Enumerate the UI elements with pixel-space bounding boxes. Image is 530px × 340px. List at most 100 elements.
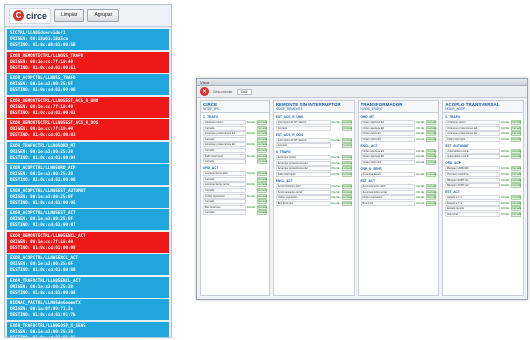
signal-label: Orden reposicion xyxy=(203,193,246,199)
signal-value: FALSE xyxy=(246,205,255,209)
signal-group: ORD_ACT Accionamiento abrir FALSE Cerrado Ce… xyxy=(203,166,268,216)
signal-label: Orden apertura E1 xyxy=(360,120,416,125)
signal-label: Cerrado xyxy=(203,159,246,165)
alarm-line3: DESTINO: 01:0c:cd:01:00:03 xyxy=(10,132,76,137)
signal-group: C_TRAFO Arranque sector FALSE Cerrado Cerrad… xyxy=(203,115,268,165)
signal-row: Fallo interruptor FALSE Cerrado xyxy=(445,136,521,142)
signal-value: FALSE xyxy=(246,183,255,187)
signal-state: Cerrado xyxy=(426,120,437,125)
signal-row: Accionamiento abrir FALSE Cerrado xyxy=(203,171,268,177)
signal-state: Cerrado xyxy=(256,210,268,216)
signal-label: Estado remoto xyxy=(445,206,500,212)
signal-row: Fallo interruptor FALSE Cerrado xyxy=(203,153,267,159)
signal-row: Arranque protecciones E2 FALSE Cerrado xyxy=(445,131,521,137)
alarm-line3: DESTINO: 01:0c:d8:01:00:5B xyxy=(10,42,76,47)
node-columns: CIRCE NODE_IPC C_TRAFO Arranque sector FALSE… xyxy=(200,100,524,296)
signal-value: FALSE xyxy=(500,201,510,205)
signal-state: Cerrado xyxy=(426,154,437,160)
clear-button[interactable]: Limpiar xyxy=(54,9,85,22)
signal-state: Cerrado xyxy=(256,204,268,210)
alarm-item[interactable]: EXOR_REMONTECTRL/LLN05ENCL_ACT ORIGEN: 00… xyxy=(7,231,169,253)
alarm-item[interactable]: EXOR_TRAFOCTRL/LLN05ORD_MT ORIGEN: 00:1e:… xyxy=(7,141,169,163)
group-button[interactable]: Agrupar xyxy=(87,9,120,22)
node-subtitle: NODE_IPC xyxy=(203,107,220,111)
signal-label: Cerrado xyxy=(203,187,246,193)
alarm-line3: DESTINO: 01:0c:cd:01:00:E1 xyxy=(10,64,76,70)
signal-state: Cerrado xyxy=(426,125,437,131)
signal-group: S_TRAFO Arranque sector FALSE Cerrado Arranq… xyxy=(275,150,352,177)
signal-label: Accionamiento cerrar xyxy=(360,189,416,195)
signal-label: Arranque protecciones E2 xyxy=(445,131,500,137)
signal-value: FALSE xyxy=(500,126,510,130)
signal-state: Cerrado xyxy=(510,177,522,183)
alarm-item[interactable]: BIONAC_PACTRL/LLN05dnGoomeTX ORIGEN: 00:1… xyxy=(7,299,169,320)
signal-value: FALSE xyxy=(500,212,510,216)
alarm-line3: DESTINO: 01:0c:cd:01:00:08 xyxy=(10,244,76,250)
signal-value: FALSE xyxy=(246,121,255,124)
alarm-item[interactable]: EXOR_ACOPCTRL/LLN05ENCL_ACT ORIGEN: 00:1e… xyxy=(7,254,169,275)
signal-row: Bus local test FALSE Cerrado xyxy=(203,204,268,210)
alarm-item[interactable]: EXOR_ACOPCTRL/LLN05ORD_ACP ORIGEN: 00:1e:… xyxy=(7,164,169,185)
logo-icon: C xyxy=(13,10,24,21)
signal-value: FALSE xyxy=(416,149,425,153)
signal-label: Accionamiento abrir xyxy=(275,183,331,189)
signal-group: ENCL_ACT Orden apertura E1 FALSE Cerrado Ord… xyxy=(360,144,437,165)
signal-row: Cerrado Cerrado xyxy=(203,159,267,165)
alarm-line3: DESTINO: 01:0c:cd:01:00:06 xyxy=(10,177,76,182)
alarm-item[interactable]: EXOR_REMONTECTRL/LLN05EST_ACS_R_DOS ORIGE… xyxy=(7,119,169,140)
signal-row: Cerrado Cerrado xyxy=(275,143,352,149)
alarm-line3: DESTINO: 01:0c:cd:01:00:06 xyxy=(10,87,76,92)
signal-group: EST_ACS_R_DOS Interruptor A2 DT abierto FA… xyxy=(275,133,352,149)
signal-label: Accionamiento abrir xyxy=(203,171,246,177)
signal-state: Cerrado xyxy=(256,136,268,142)
signal-label: Arranque protecciones E1 xyxy=(203,131,246,137)
signal-state: Cerrado xyxy=(510,148,522,154)
signal-state: Cerrado xyxy=(341,143,352,149)
alarm-item[interactable]: EXOR_REMONTECTRL/LLN05S_TRAFO ORIGEN: 00:… xyxy=(7,51,169,73)
signal-value: FALSE xyxy=(500,137,510,141)
signal-state: Cerrado xyxy=(510,195,522,201)
signal-value: FALSE xyxy=(331,190,340,194)
disconnect-label[interactable]: Desconectar xyxy=(213,90,233,94)
signal-row: Arranque sector FALSE Cerrado xyxy=(275,155,352,161)
node-column-header: ACOPLO TRANSVERSAL NODE_ACOP xyxy=(443,101,523,113)
alarm-item[interactable]: EXOR_ACOPCTRL/LLN05EST_ACT ORIGEN: 00:1e:… xyxy=(7,209,169,230)
signal-state: Cerrado xyxy=(510,154,522,160)
signal-row: Fallo interruptor FALSE Cerrado xyxy=(275,171,352,177)
signal-state: Cerrado xyxy=(341,125,352,131)
signal-label: Estado 1 T 1 xyxy=(445,195,500,201)
alarm-item[interactable]: EXOR_ACOPCTRL/LLN05S_TRAFO ORIGEN: 00:1e:… xyxy=(7,74,169,95)
signal-value: FALSE xyxy=(416,160,425,164)
alarm-line3: DESTINO: 01:0c:cd:01:00:05 xyxy=(10,199,76,205)
close-icon[interactable]: × xyxy=(200,87,209,96)
signal-value: FALSE xyxy=(500,132,510,136)
signal-group-title: S_TRAFO xyxy=(275,150,291,155)
alarm-item[interactable]: EXOR_ACOPCTRL/LLN05EST_AUTOMAT ORIGEN: 00… xyxy=(7,186,169,208)
alarm-item[interactable]: EXOR_TRAFOCTRL/LLN05ENCL_ACT ORIGEN: 00:1… xyxy=(7,276,169,298)
signal-value: FALSE xyxy=(500,167,510,171)
signal-state: Cerrado xyxy=(510,120,522,125)
signal-row: Orden cierre E1 FALSE Cerrado xyxy=(360,131,437,137)
alarm-line3: DESTINO: 01:0c:cd:01:00:02 xyxy=(10,109,76,115)
signal-state: Cerrado xyxy=(426,159,437,165)
signal-state: Cerrado xyxy=(256,171,268,177)
signal-row: Arranque protecciones E2 FALSE Cerrado xyxy=(203,142,267,148)
signal-value: FALSE xyxy=(416,190,425,194)
signal-state: Cerrado xyxy=(510,206,522,212)
signal-value: FALSE xyxy=(246,194,255,198)
alarm-item[interactable]: EXOR_REMONTECTRL/LLN05EST_ACS_R_UNO ORIGE… xyxy=(7,96,169,118)
signal-row: Cerrado Cerrado xyxy=(203,199,267,205)
signal-row: Arranque sector FALSE Cerrado xyxy=(203,120,267,125)
alarm-item[interactable]: SICTRL/LLN05dservidor1 ORIGEN: 00:18a01:1… xyxy=(7,29,169,50)
signal-row: Cerrado Cerrado xyxy=(203,187,267,193)
signal-label: Arranque sector xyxy=(445,120,500,125)
signal-value: FALSE xyxy=(331,172,340,176)
signal-value: FALSE xyxy=(416,196,425,200)
alarm-item[interactable]: EXOR_TRAFOCTRL/LLN05OSP_N_SENS ORIGEN: 00… xyxy=(7,321,169,337)
signal-label: Cerrado xyxy=(203,125,246,131)
signal-row: Bloqueo SUBT. E2 FALSE Cerrado xyxy=(445,183,521,189)
alarm-panel: C circe Limpiar Agrupar SICTRL/LLN05dser… xyxy=(4,4,172,338)
exit-button[interactable]: Salir xyxy=(236,88,252,95)
signal-row: Arranque sector FALSE Cerrado xyxy=(445,120,521,125)
signal-state: Cerrado xyxy=(510,125,522,131)
